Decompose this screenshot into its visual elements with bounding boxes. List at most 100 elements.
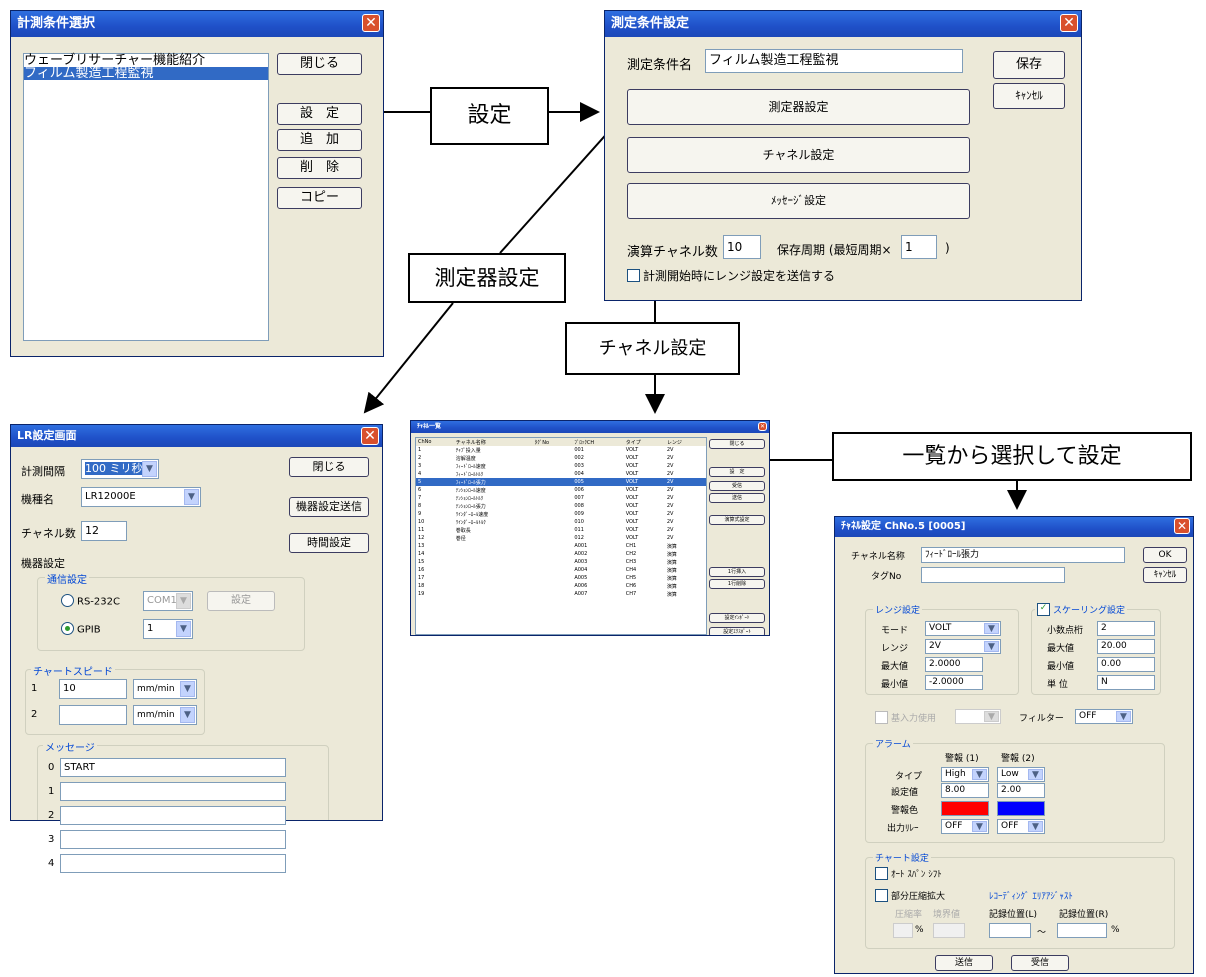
column-header[interactable]: ﾀｸﾞNo <box>533 438 573 446</box>
tag-no-input[interactable] <box>921 567 1065 583</box>
table-cell: ﾜｲﾝﾀﾞｰﾛｰﾙﾄﾙｸ <box>455 519 486 526</box>
table-row[interactable]: 12 巻径 012 VOLT 2V <box>416 534 706 542</box>
unit-input[interactable]: N <box>1097 675 1155 690</box>
partial-compress-checkbox[interactable]: 部分圧縮拡大 <box>875 889 945 903</box>
cancel-button[interactable]: ｷｬﾝｾﾙ <box>993 83 1065 109</box>
table-row[interactable]: 17 A005 CH5 演算 <box>416 574 706 582</box>
filter-select[interactable]: OFF ▼ <box>1075 709 1133 724</box>
settings-button[interactable]: 設 定 <box>277 103 362 125</box>
alarm2-type-select[interactable]: Low ▼ <box>997 767 1045 782</box>
measuring-device-settings-button[interactable]: 測定器設定 <box>627 89 970 125</box>
decimal-input[interactable]: 2 <box>1097 621 1155 636</box>
close-button[interactable]: 閉じる <box>709 439 765 449</box>
table-row[interactable]: 3 ﾌｨｰﾄﾞﾛｰﾙ速度 003 VOLT 2V <box>416 462 706 470</box>
message-row-number: 3 <box>48 834 55 845</box>
condition-list[interactable]: ウェーブリサーチャー機能紹介 フィルム製造工程監視 <box>23 53 269 341</box>
settings-import-button[interactable]: 設定ｲﾝﾎﾟｰﾄ <box>709 613 765 623</box>
auto-span-shift-checkbox[interactable]: ｵｰﾄ ｽﾊﾟﾝ ｼﾌﾄ <box>875 867 942 881</box>
column-header[interactable]: タイプ <box>624 438 665 446</box>
send-button[interactable]: 送信 <box>935 955 993 971</box>
table-row[interactable]: 10 ﾜｲﾝﾀﾞｰﾛｰﾙﾄﾙｸ 010 VOLT 2V <box>416 518 706 526</box>
ok-button[interactable]: OK <box>1143 547 1187 563</box>
calc-channel-input[interactable]: 10 <box>723 235 761 259</box>
filter-value: OFF <box>1079 711 1097 721</box>
chevron-down-icon[interactable]: ▼ <box>984 623 999 634</box>
alarm2-set-input[interactable]: 2.00 <box>997 783 1045 798</box>
table-row[interactable]: 16 A004 CH4 演算 <box>416 566 706 574</box>
table-cell: 演算 <box>666 583 677 590</box>
tag-no-label: タグNo <box>871 572 902 582</box>
scale-min-input[interactable]: 0.00 <box>1097 657 1155 672</box>
alarm2-color-swatch[interactable] <box>997 801 1045 816</box>
save-period-input[interactable]: 1 <box>901 235 937 259</box>
send-range-checkbox[interactable]: 計測開始時にレンジ設定を送信する <box>627 267 835 284</box>
send-button[interactable]: 送信 <box>709 493 765 503</box>
formula-settings-button[interactable]: 演算式設定 <box>709 515 765 525</box>
column-header[interactable]: レンジ <box>665 438 706 446</box>
table-row[interactable]: 11 巻取長 011 VOLT 2V <box>416 526 706 534</box>
message-input[interactable] <box>60 830 286 849</box>
chevron-down-icon[interactable]: ▼ <box>1028 769 1043 780</box>
channel-table-container[interactable]: ChNo チャネル名称 ﾀｸﾞNo ﾌﾞﾛｯｸCH タイプ レンジ 1 ﾁｬﾌﾟ投入量 001… <box>415 437 707 635</box>
column-header[interactable]: ChNo <box>416 438 454 446</box>
add-button[interactable]: 追 加 <box>277 129 362 151</box>
table-row-selected[interactable]: 5 ﾌｨｰﾄﾞﾛｰﾙ張力 005 VOLT 2V <box>416 478 706 486</box>
insert-row-button[interactable]: 1行挿入 <box>709 567 765 577</box>
table-row[interactable]: 14 A002 CH2 演算 <box>416 550 706 558</box>
table-row[interactable]: 4 ﾌｨｰﾄﾞﾛｰﾙﾄﾙｸ 004 VOLT 2V <box>416 470 706 478</box>
table-row[interactable]: 8 ﾃﾝｼｮﾝﾛｰﾙ張力 008 VOLT 2V <box>416 502 706 510</box>
chevron-down-icon[interactable]: ▼ <box>1028 821 1043 832</box>
alarm2-output-select[interactable]: OFF ▼ <box>997 819 1045 834</box>
record-position-left-input[interactable] <box>989 923 1031 938</box>
delete-row-button[interactable]: 1行削除 <box>709 579 765 589</box>
chevron-down-icon[interactable]: ▼ <box>984 641 999 652</box>
table-row[interactable]: 2 溶解温度 002 VOLT 2V <box>416 454 706 462</box>
table-row[interactable]: 7 ﾃﾝｼｮﾝﾛｰﾙﾄﾙｸ 007 VOLT 2V <box>416 494 706 502</box>
close-button[interactable]: 閉じる <box>277 53 362 75</box>
range-select[interactable]: 2V ▼ <box>925 639 1001 654</box>
table-row[interactable]: 1 ﾁｬﾌﾟ投入量 001 VOLT 2V <box>416 446 706 454</box>
channel-settings-button[interactable]: チャネル設定 <box>627 137 970 173</box>
alarm1-output-select[interactable]: OFF ▼ <box>941 819 989 834</box>
channel-name-input[interactable]: ﾌｨｰﾄﾞﾛｰﾙ張力 <box>921 547 1125 563</box>
copy-button[interactable]: コピー <box>277 187 362 209</box>
table-row[interactable]: 15 A003 CH3 演算 <box>416 558 706 566</box>
delete-button[interactable]: 削 除 <box>277 157 362 179</box>
alarm1-color-swatch[interactable] <box>941 801 989 816</box>
condition-name-input[interactable]: フィルム製造工程監視 <box>705 49 963 73</box>
settings-export-button[interactable]: 設定ｴｸｽﾎﾟｰﾄ <box>709 627 765 635</box>
scaling-group-title[interactable]: ✓ スケーリング設定 <box>1035 603 1128 617</box>
table-row[interactable]: 6 ﾃﾝｼｮﾝﾛｰﾙ速度 006 VOLT 2V <box>416 486 706 494</box>
type-label: タイプ <box>895 772 923 782</box>
alarm1-set-input[interactable]: 8.00 <box>941 783 989 798</box>
table-row[interactable]: 9 ﾜｲﾝﾀﾞｰﾛｰﾙ速度 009 VOLT 2V <box>416 510 706 518</box>
receive-button[interactable]: 受信 <box>1011 955 1069 971</box>
chevron-down-icon[interactable]: ▼ <box>972 821 987 832</box>
alarm1-type-select[interactable]: High ▼ <box>941 767 989 782</box>
message-input[interactable] <box>60 854 286 873</box>
record-position-right-input[interactable] <box>1057 923 1107 938</box>
cancel-button[interactable]: ｷｬﾝｾﾙ <box>1143 567 1187 583</box>
close-icon[interactable]: ✕ <box>1174 518 1190 534</box>
settings-button[interactable]: 設 定 <box>709 467 765 477</box>
close-icon[interactable]: ✕ <box>362 14 380 32</box>
table-cell: 1 <box>418 447 422 453</box>
close-icon[interactable]: ✕ <box>758 422 767 431</box>
receive-button[interactable]: 受信 <box>709 481 765 491</box>
close-icon[interactable]: ✕ <box>1060 14 1078 32</box>
table-row[interactable]: 18 A006 CH6 演算 <box>416 582 706 590</box>
message-settings-button[interactable]: ﾒｯｾｰｼﾞ設定 <box>627 183 970 219</box>
chevron-down-icon[interactable]: ▼ <box>972 769 987 780</box>
scale-max-input[interactable]: 20.00 <box>1097 639 1155 654</box>
column-header[interactable]: チャネル名称 <box>454 438 533 446</box>
chevron-down-icon[interactable]: ▼ <box>1116 711 1131 722</box>
column-header[interactable]: ﾌﾞﾛｯｸCH <box>572 438 623 446</box>
list-item-selected[interactable]: フィルム製造工程監視 <box>24 67 268 80</box>
table-row[interactable]: 13 A001 CH1 演算 <box>416 542 706 550</box>
filter-label: フィルター <box>1019 714 1064 724</box>
mode-select[interactable]: VOLT ▼ <box>925 621 1001 636</box>
max-input[interactable]: 2.0000 <box>925 657 983 672</box>
save-button[interactable]: 保存 <box>993 51 1065 79</box>
table-row[interactable]: 19 A007 CH7 演算 <box>416 590 706 598</box>
min-input[interactable]: -2.0000 <box>925 675 983 690</box>
